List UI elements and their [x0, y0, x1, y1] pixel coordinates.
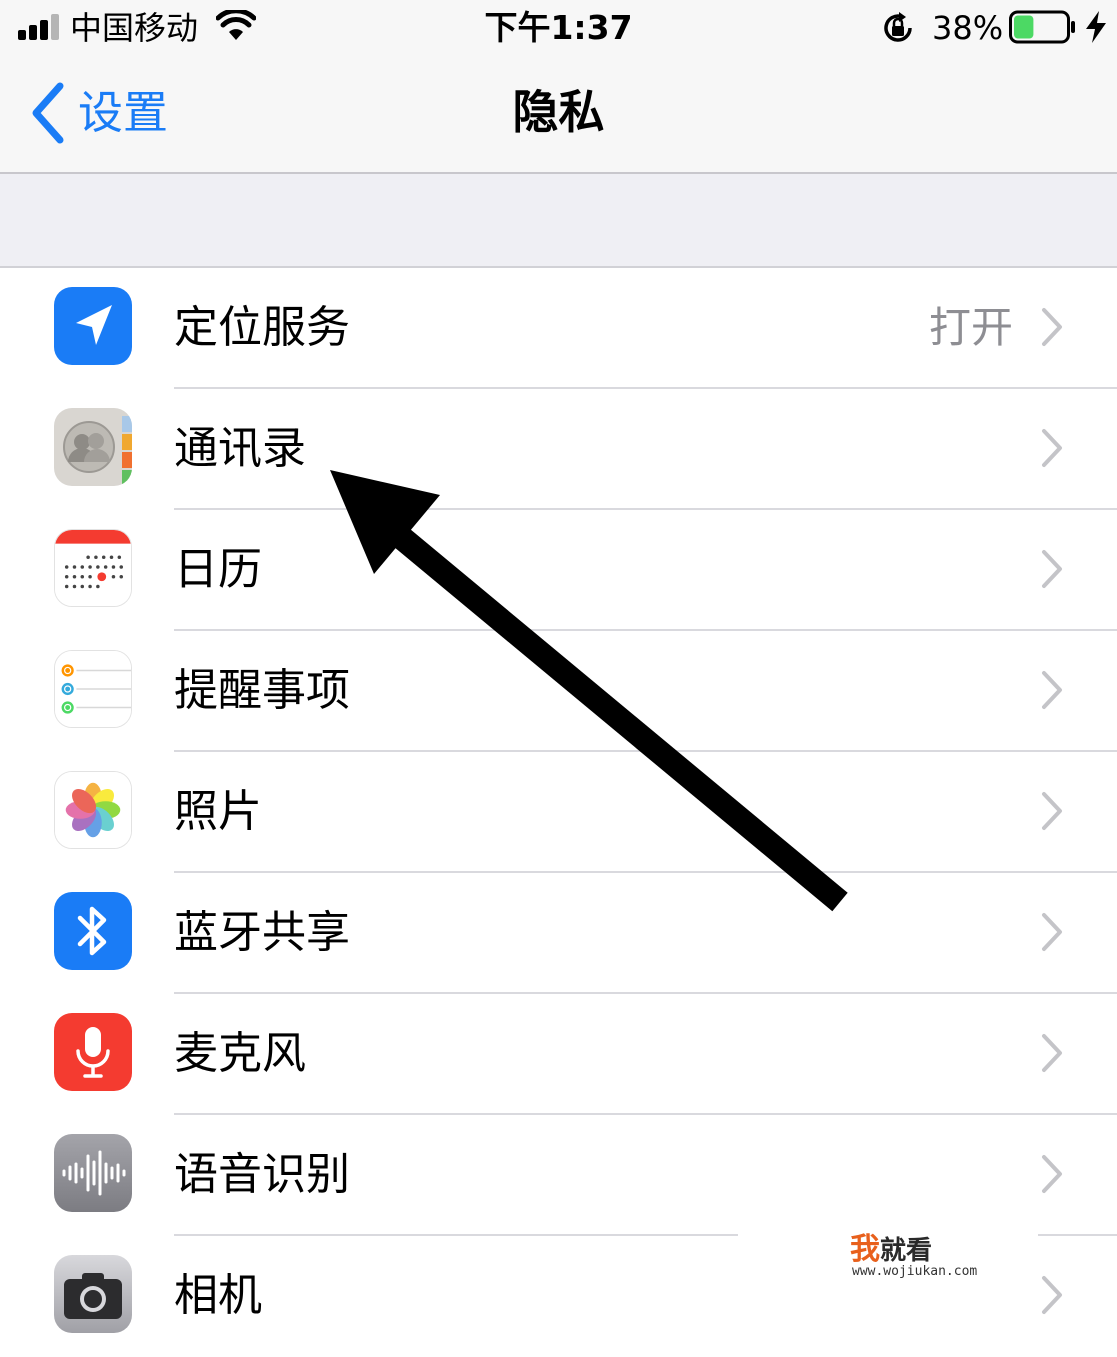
list-item-contacts[interactable]: 通讯录 — [0, 389, 1117, 510]
list-item-calendar[interactable]: 日历 — [0, 510, 1117, 631]
watermark-text: 我就看 — [850, 1232, 933, 1267]
list-item-speech-recognition[interactable]: 语音识别 — [0, 1115, 1117, 1236]
chevron-right-icon — [1042, 913, 1062, 951]
section-spacer — [0, 174, 1117, 268]
list-item-label: 定位服务 — [174, 302, 350, 353]
status-bar: 中国移动 下午1:37 38% — [0, 0, 1117, 56]
chevron-right-icon — [1042, 1155, 1062, 1193]
navigation-bar: 设置 隐私 — [0, 56, 1117, 174]
list-item-label: 蓝牙共享 — [174, 907, 350, 958]
microphone-icon — [54, 1013, 132, 1091]
chevron-right-icon — [1042, 671, 1062, 709]
charging-bolt-icon — [1086, 11, 1106, 43]
list-item-label: 相机 — [174, 1270, 262, 1321]
list-item-label: 语音识别 — [174, 1149, 350, 1200]
list-item-label: 日历 — [174, 544, 262, 595]
chevron-right-icon — [1042, 308, 1062, 346]
list-item-label: 通讯录 — [174, 423, 306, 474]
list-item-label: 麦克风 — [174, 1028, 306, 1079]
privacy-settings-list: 定位服务 打开 通讯录 日历 提醒事项 照片 蓝牙共享 麦克风 语音识别 相机 — [0, 268, 1117, 1357]
chevron-right-icon — [1042, 429, 1062, 467]
contacts-icon — [54, 408, 132, 486]
page-title: 隐私 — [512, 85, 605, 139]
list-item-photos[interactable]: 照片 — [0, 752, 1117, 873]
orientation-lock-icon — [884, 12, 912, 42]
list-item-label: 照片 — [174, 786, 262, 837]
list-item-location-services[interactable]: 定位服务 打开 — [0, 268, 1117, 389]
watermark-url: www.wojiukan.com — [852, 1264, 978, 1279]
chevron-right-icon — [1042, 792, 1062, 830]
list-item-microphone[interactable]: 麦克风 — [0, 994, 1117, 1115]
speech-recognition-icon — [54, 1134, 132, 1212]
chevron-right-icon — [1042, 1034, 1062, 1072]
reminders-icon — [54, 650, 132, 728]
list-item-bluetooth-sharing[interactable]: 蓝牙共享 — [0, 873, 1117, 994]
battery-icon — [1009, 10, 1075, 44]
photos-icon — [54, 771, 132, 849]
list-item-reminders[interactable]: 提醒事项 — [0, 631, 1117, 752]
camera-icon — [54, 1255, 132, 1333]
calendar-icon — [54, 529, 132, 607]
chevron-right-icon — [1042, 550, 1062, 588]
list-item-label: 提醒事项 — [174, 665, 350, 716]
bluetooth-icon — [54, 892, 132, 970]
list-item-value: 打开 — [928, 303, 1013, 352]
battery-percent: 38% — [932, 9, 1004, 47]
watermark-logo: 我就看 www.wojiukan.com — [738, 1232, 1038, 1292]
chevron-right-icon — [1042, 1276, 1062, 1314]
location-services-icon — [54, 287, 132, 365]
